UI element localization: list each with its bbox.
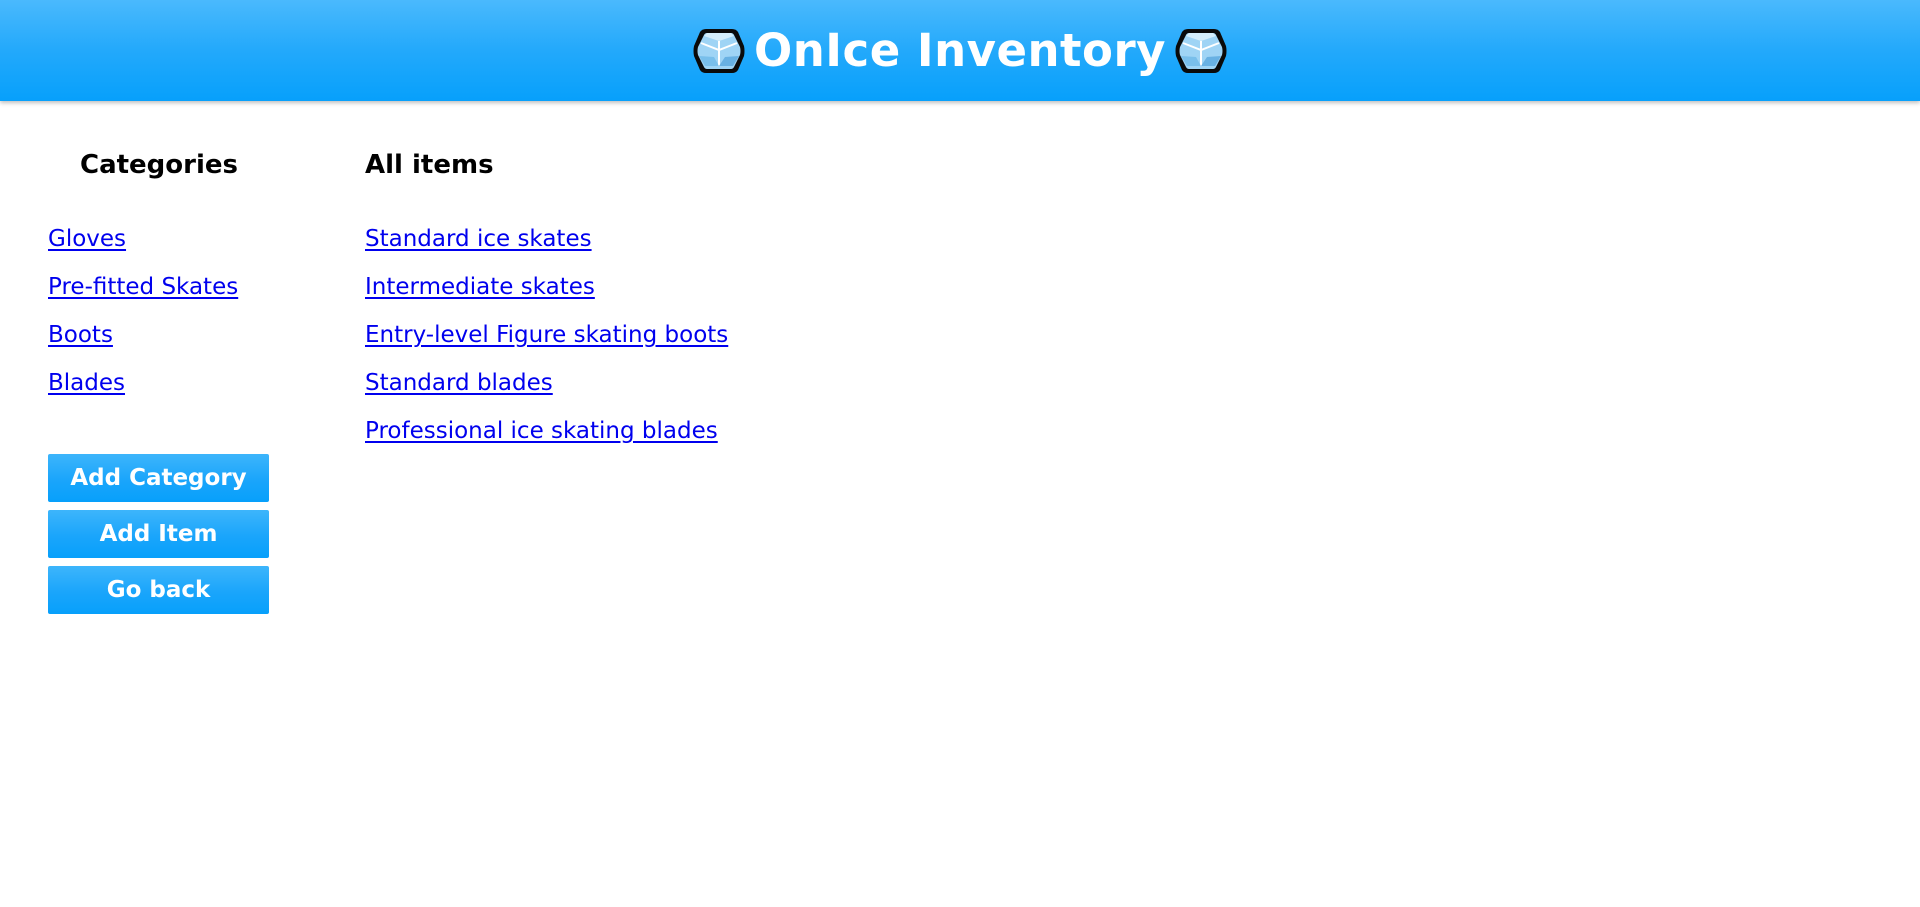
list-item: Gloves: [48, 224, 270, 272]
item-link-standard-blades[interactable]: Standard blades: [365, 370, 553, 396]
app-title: OnIce Inventory: [753, 24, 1167, 77]
list-item: Standard blades: [365, 368, 1265, 416]
items-panel: All items Standard ice skates Intermedia…: [365, 140, 1265, 464]
list-item: Professional ice skating blades: [365, 416, 1265, 464]
item-list: Standard ice skates Intermediate skates …: [365, 224, 1265, 464]
categories-heading: Categories: [79, 150, 238, 180]
list-item: Blades: [48, 368, 270, 416]
ice-cube-icon: [692, 26, 746, 76]
list-item: Boots: [48, 320, 270, 368]
categories-sidebar: Categories Gloves Pre-fitted Skates Boot…: [48, 140, 270, 614]
header-title-group: OnIce Inventory: [692, 26, 1228, 76]
category-link-pre-fitted-skates[interactable]: Pre-fitted Skates: [48, 274, 238, 300]
all-items-heading: All items: [365, 150, 494, 180]
app-header: OnIce Inventory: [0, 0, 1920, 101]
category-list: Gloves Pre-fitted Skates Boots Blades: [48, 224, 270, 416]
category-link-boots[interactable]: Boots: [48, 322, 113, 348]
list-item: Intermediate skates: [365, 272, 1265, 320]
item-link-entry-level-figure-skating-boots[interactable]: Entry-level Figure skating boots: [365, 322, 728, 348]
item-link-standard-ice-skates[interactable]: Standard ice skates: [365, 226, 592, 252]
category-link-blades[interactable]: Blades: [48, 370, 125, 396]
add-item-button[interactable]: Add Item: [48, 510, 269, 558]
action-buttons: Add Category Add Item Go back: [48, 454, 270, 614]
ice-cube-icon: [1174, 26, 1228, 76]
add-category-button[interactable]: Add Category: [48, 454, 269, 502]
category-link-gloves[interactable]: Gloves: [48, 226, 126, 252]
item-link-professional-ice-skating-blades[interactable]: Professional ice skating blades: [365, 418, 718, 444]
list-item: Standard ice skates: [365, 224, 1265, 272]
list-item: Pre-fitted Skates: [48, 272, 270, 320]
go-back-button[interactable]: Go back: [48, 566, 269, 614]
item-link-intermediate-skates[interactable]: Intermediate skates: [365, 274, 595, 300]
list-item: Entry-level Figure skating boots: [365, 320, 1265, 368]
